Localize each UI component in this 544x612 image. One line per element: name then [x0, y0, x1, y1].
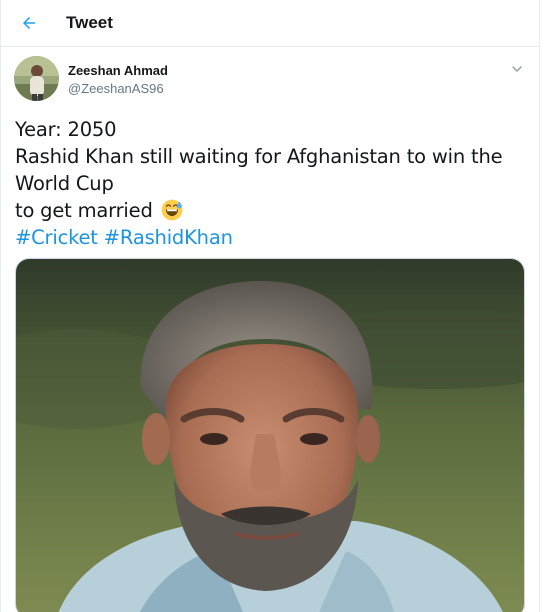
tweet-media-photo[interactable]	[15, 258, 525, 612]
tweet-text: Year: 2050 Rashid Khan still waiting for…	[15, 116, 530, 251]
grinning-sweat-emoji-icon	[161, 199, 183, 221]
hashtag-cricket[interactable]: #Cricket	[15, 226, 98, 249]
page-title: Tweet	[66, 13, 113, 32]
back-button[interactable]	[12, 6, 46, 40]
hashtag-row: #Cricket #RashidKhan	[15, 224, 530, 251]
tweet-line-4-wrap: to get married	[15, 197, 530, 224]
page-header: Tweet	[1, 0, 539, 47]
arrow-left-icon	[23, 17, 35, 29]
author-handle[interactable]: @ZeeshanAS96	[68, 81, 164, 96]
author-name[interactable]: Zeeshan Ahmad	[68, 63, 168, 78]
chevron-down-icon[interactable]	[509, 61, 525, 77]
avatar[interactable]	[14, 56, 59, 101]
tweet-line-1: Year: 2050	[15, 118, 117, 141]
portrait-photo	[16, 259, 524, 612]
tweet-page: Tweet Zeeshan Ahmad @ZeeshanAS96 Year: 2…	[0, 0, 540, 612]
hashtag-rashidkhan[interactable]: #RashidKhan	[104, 226, 233, 249]
tweet-line-4: to get married	[15, 199, 153, 222]
tweet-author: Zeeshan Ahmad @ZeeshanAS96	[1, 47, 539, 107]
tweet-line-3: World Cup	[15, 172, 114, 195]
tweet-line-2: Rashid Khan still waiting for Afghanista…	[15, 145, 503, 168]
